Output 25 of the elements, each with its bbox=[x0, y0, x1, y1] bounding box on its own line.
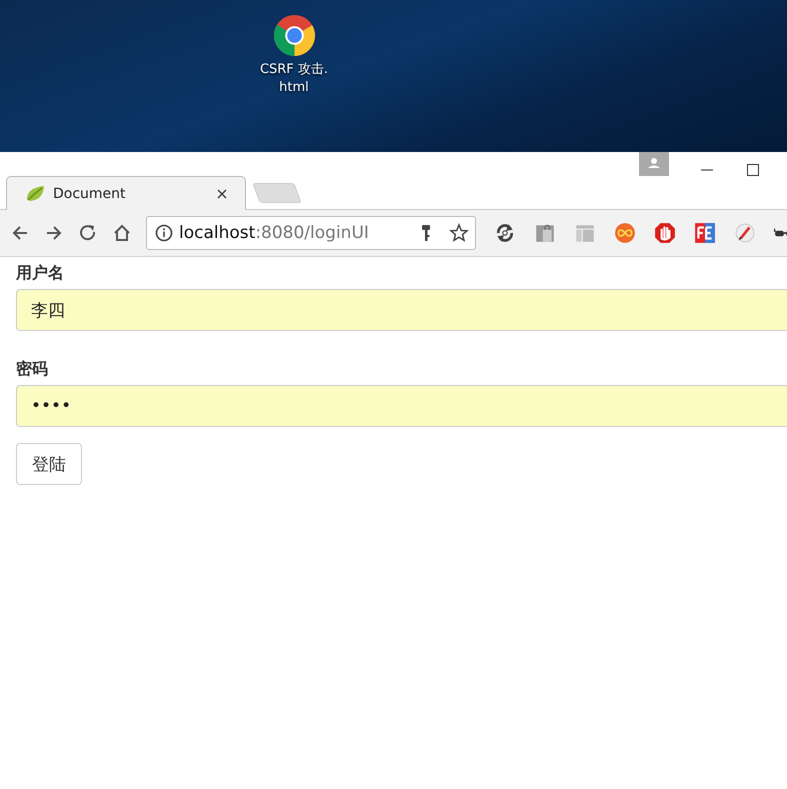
key-icon[interactable] bbox=[419, 224, 433, 242]
browser-logo-icon[interactable] bbox=[272, 14, 316, 57]
field-label: 密码 bbox=[16, 358, 48, 380]
star-icon[interactable] bbox=[449, 223, 469, 243]
input-field[interactable]: 李四 bbox=[16, 289, 787, 331]
infinity-icon[interactable] bbox=[614, 222, 636, 244]
stop-hand-icon[interactable] bbox=[654, 222, 676, 244]
info-icon[interactable] bbox=[155, 224, 173, 242]
reload-icon[interactable] bbox=[78, 223, 98, 243]
pen-icon[interactable] bbox=[734, 222, 756, 244]
home-icon[interactable] bbox=[112, 223, 132, 243]
maximize-icon[interactable] bbox=[747, 164, 759, 176]
sync-icon[interactable] bbox=[494, 222, 516, 244]
url-text[interactable]: localhost:8080/loginUI bbox=[179, 223, 413, 243]
shopping-bag-icon[interactable] bbox=[534, 222, 556, 244]
field-label: 用户名 bbox=[16, 262, 64, 284]
input-field[interactable]: •••• bbox=[16, 385, 787, 427]
desktop-icon-label[interactable]: CSRF 攻击. html bbox=[260, 61, 328, 97]
address-bar[interactable]: localhost:8080/loginUI bbox=[146, 216, 476, 250]
browser-tab[interactable]: Document bbox=[6, 176, 246, 210]
leaf-icon bbox=[25, 184, 45, 202]
tab-title: Document bbox=[53, 186, 127, 202]
fe-badge-icon[interactable] bbox=[694, 222, 716, 244]
login-button[interactable]: 登陆 bbox=[16, 443, 82, 485]
close-icon[interactable] bbox=[217, 188, 227, 198]
